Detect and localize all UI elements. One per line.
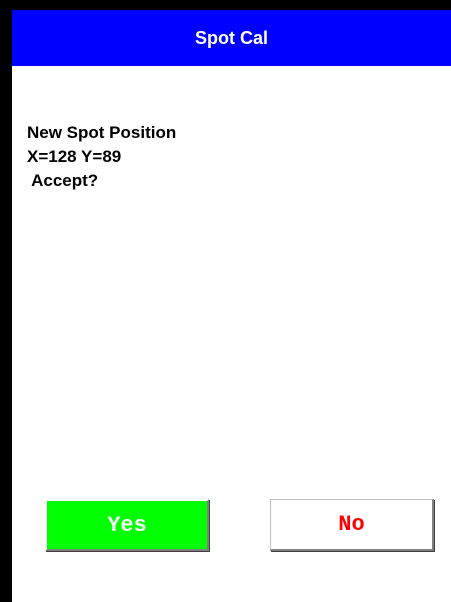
message-area: New Spot Position X=128 Y=89 Accept? <box>27 121 176 193</box>
accept-prompt: Accept? <box>27 171 99 190</box>
message-heading: New Spot Position <box>27 123 177 142</box>
spot-cal-dialog: Spot Cal New Spot Position X=128 Y=89 Ac… <box>0 0 451 602</box>
no-button-label: No <box>338 512 365 537</box>
yes-button-label: Yes <box>107 512 147 538</box>
yes-button[interactable]: Yes <box>45 499 209 551</box>
spot-coordinates: X=128 Y=89 <box>27 147 122 166</box>
dialog-title: Spot Cal <box>194 27 268 48</box>
title-bar: Spot Cal <box>12 10 451 66</box>
no-button[interactable]: No <box>270 499 434 551</box>
